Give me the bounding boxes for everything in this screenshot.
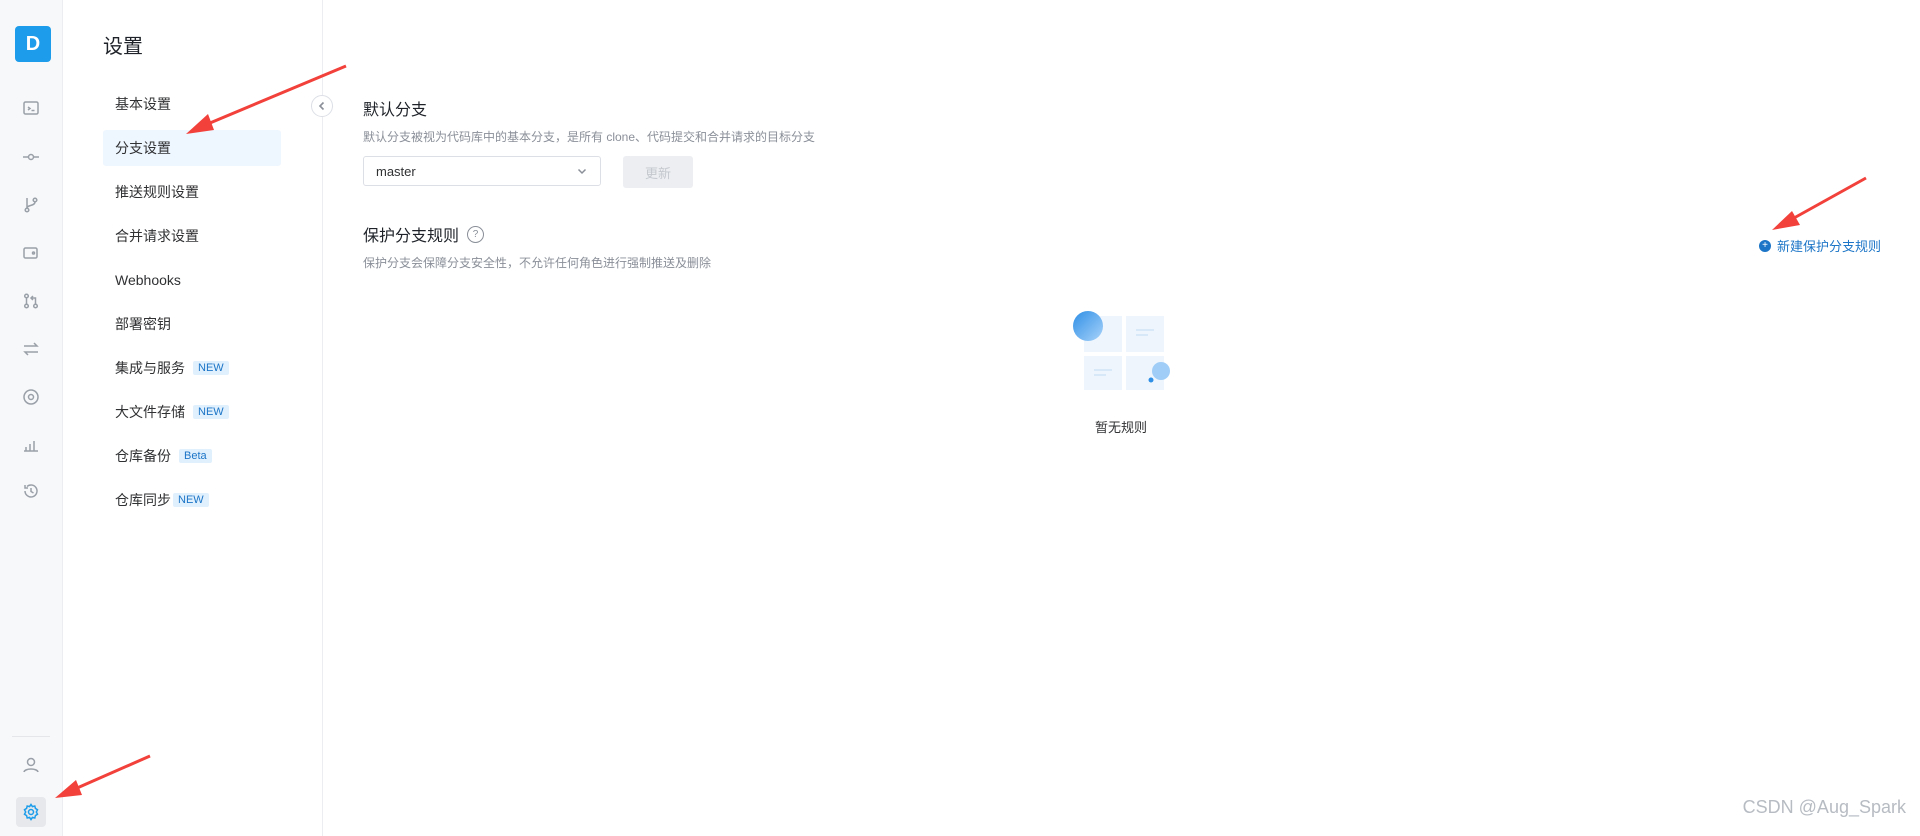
- default-branch-title: 默认分支: [363, 96, 427, 120]
- nav-divider: [322, 0, 323, 95]
- subnav-item-merge-request[interactable]: 合并请求设置: [103, 218, 281, 254]
- tag-icon[interactable]: [16, 238, 46, 268]
- protected-branch-title: 保护分支规则 ?: [363, 222, 485, 246]
- chevron-left-icon: [318, 101, 325, 111]
- subnav-item-label: 推送规则设置: [115, 184, 199, 200]
- subnav-item-branch[interactable]: 分支设置: [103, 130, 281, 166]
- selected-branch: master: [376, 163, 416, 179]
- compare-icon[interactable]: [16, 334, 46, 364]
- subnav-item-integrations[interactable]: 集成与服务 NEW: [103, 350, 281, 386]
- subnav-item-label: 基本设置: [115, 96, 171, 112]
- branch-icon[interactable]: [16, 190, 46, 220]
- empty-state-illustration: [1073, 311, 1170, 390]
- subnav-item-label: Webhooks: [115, 272, 181, 288]
- protected-branch-title-text: 保护分支规则: [363, 228, 460, 245]
- default-branch-select[interactable]: master: [363, 156, 601, 186]
- gear-icon[interactable]: [16, 797, 46, 827]
- default-branch-title-text: 默认分支: [363, 102, 428, 119]
- protected-branch-description: 保护分支会保障分支安全性，不允许任何角色进行强制推送及删除: [363, 256, 712, 270]
- chevron-down-icon: [577, 168, 587, 175]
- new-rule-label: 新建保护分支规则: [1776, 239, 1881, 254]
- subnav-item-push-rules[interactable]: 推送规则设置: [103, 174, 281, 210]
- user-icon[interactable]: [16, 750, 46, 780]
- history-icon[interactable]: [16, 476, 46, 506]
- new-badge: NEW: [193, 361, 229, 375]
- plus-circle-icon: +: [1758, 239, 1771, 252]
- collapse-nav-button[interactable]: [311, 95, 333, 117]
- subnav-item-label: 大文件存储: [115, 404, 185, 420]
- subnav-item-label: 集成与服务: [115, 360, 185, 376]
- code-icon[interactable]: [16, 93, 46, 123]
- subnav-item-sync[interactable]: 仓库同步 NEW: [103, 482, 281, 518]
- page-title: 设置: [103, 36, 143, 58]
- subnav-item-label: 合并请求设置: [115, 228, 199, 244]
- subnav-item-deploy-keys[interactable]: 部署密钥: [103, 306, 281, 342]
- arrow-icon: [55, 64, 1867, 798]
- help-icon[interactable]: ?: [467, 225, 485, 243]
- subnav-item-label: 仓库备份: [115, 448, 171, 464]
- annotation-arrows: [55, 64, 1867, 798]
- subnav-item-label: 分支设置: [115, 140, 171, 156]
- subnav-item-webhooks[interactable]: Webhooks: [103, 262, 281, 298]
- new-badge: NEW: [173, 493, 209, 507]
- rail-divider: [12, 736, 50, 737]
- merge-request-icon[interactable]: [16, 286, 46, 316]
- nav-divider: [322, 117, 323, 836]
- repo-logo[interactable]: D: [15, 26, 51, 62]
- beta-badge: Beta: [179, 449, 212, 463]
- subnav-item-label: 仓库同步: [115, 492, 171, 508]
- subnav-item-lfs[interactable]: 大文件存储 NEW: [103, 394, 281, 430]
- default-branch-description: 默认分支被视为代码库中的基本分支，是所有 clone、代码提交和合并请求的目标分…: [363, 130, 816, 144]
- update-button[interactable]: 更新: [623, 156, 693, 188]
- watermark: CSDN @Aug_Spark: [1742, 797, 1906, 817]
- commit-icon[interactable]: [16, 142, 46, 172]
- eye-icon[interactable]: [16, 382, 46, 412]
- new-badge: NEW: [193, 405, 229, 419]
- settings-subnav: 基本设置 分支设置 推送规则设置 合并请求设置 Webhooks 部署密钥 集成…: [103, 86, 281, 526]
- subnav-item-backup[interactable]: 仓库备份 Beta: [103, 438, 281, 474]
- icon-rail: D: [0, 0, 63, 836]
- new-protected-rule-link[interactable]: + 新建保护分支规则: [1758, 236, 1881, 255]
- subnav-item-label: 部署密钥: [115, 316, 171, 332]
- empty-state-text: 暂无规则: [1094, 420, 1147, 435]
- stats-icon[interactable]: [16, 430, 46, 460]
- subnav-item-basic[interactable]: 基本设置: [103, 86, 281, 122]
